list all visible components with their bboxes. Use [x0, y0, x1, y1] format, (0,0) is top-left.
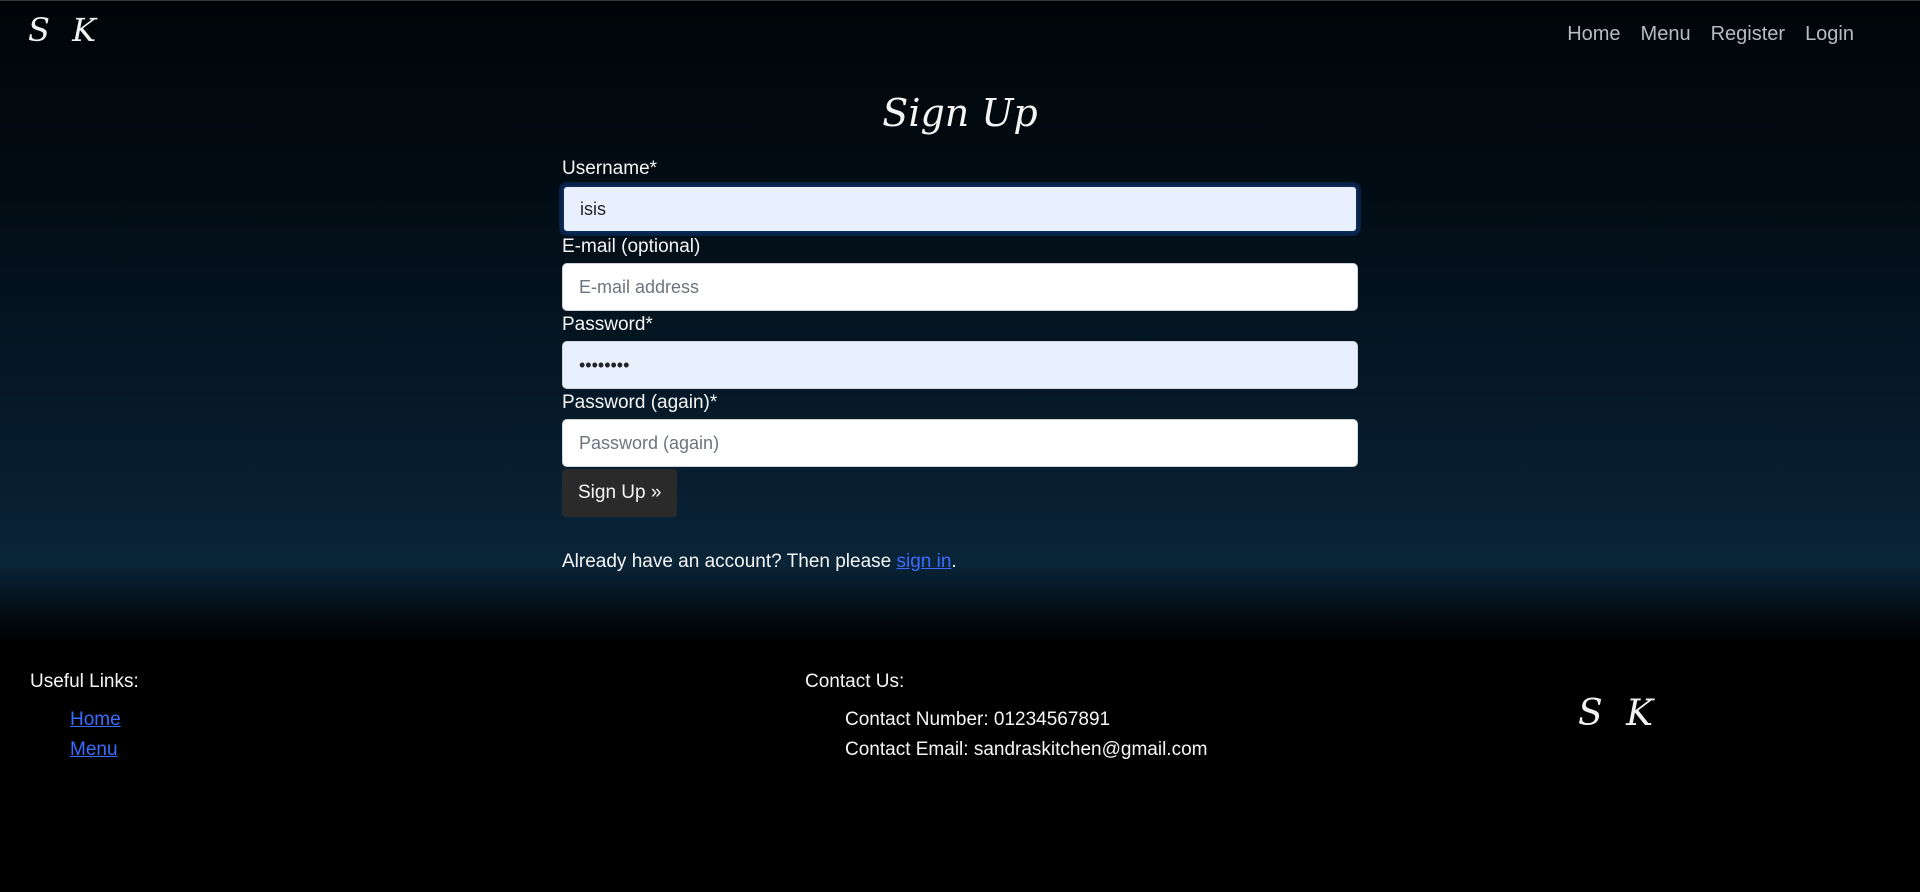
password-again-field[interactable] [562, 419, 1358, 467]
signup-form: Username* E-mail (optional) Password* Pa… [562, 157, 1358, 573]
contact-email: Contact Email: sandraskitchen@gmail.com [845, 739, 1208, 760]
password-label: Password* [562, 314, 653, 335]
nav-link-register[interactable]: Register [1711, 23, 1785, 46]
username-field[interactable] [562, 185, 1358, 233]
navbar: S K Home Menu Register Login [0, 1, 1920, 73]
contact-number: Contact Number: 01234567891 [845, 709, 1111, 730]
page: S K Home Menu Register Login Sign Up Use… [0, 0, 1920, 892]
footer: Useful Links: Home Menu Contact Us: Cont… [0, 641, 1920, 892]
nav-link-login[interactable]: Login [1805, 23, 1854, 46]
brand-logo[interactable]: S K [28, 11, 102, 49]
sign-in-link[interactable]: sign in [897, 551, 952, 572]
password-field[interactable] [562, 341, 1358, 389]
footer-link-home[interactable]: Home [70, 709, 121, 730]
useful-links-heading: Useful Links: [30, 671, 139, 692]
list-item: Menu [70, 735, 139, 765]
footer-link-menu[interactable]: Menu [70, 739, 118, 760]
nav-link-menu[interactable]: Menu [1641, 23, 1691, 46]
hero-section: S K Home Menu Register Login Sign Up Use… [0, 1, 1920, 641]
page-title: Sign Up [882, 91, 1038, 135]
password-again-label: Password (again)* [562, 392, 718, 413]
sign-up-button[interactable]: Sign Up » [562, 469, 678, 517]
useful-links-section: Useful Links: Home Menu [30, 671, 139, 765]
nav-links: Home Menu Register Login [1567, 23, 1854, 46]
signin-prompt: Already have an account? Then please sig… [562, 551, 1358, 573]
username-label: Username* [562, 158, 658, 179]
email-label: E-mail (optional) [562, 236, 701, 257]
signin-prefix-text: Already have an account? Then please [562, 551, 897, 572]
useful-links-list: Home Menu [30, 705, 139, 765]
nav-link-home[interactable]: Home [1567, 23, 1620, 46]
contact-list: Contact Number: 01234567891 Contact Emai… [805, 705, 1207, 765]
contact-heading: Contact Us: [805, 671, 905, 692]
signin-suffix-text: . [951, 551, 957, 572]
email-field[interactable] [562, 263, 1358, 311]
footer-logo: S K [1578, 693, 1659, 734]
contact-section: Contact Us: Contact Number: 01234567891 … [805, 671, 1207, 765]
list-item: Home [70, 705, 139, 735]
